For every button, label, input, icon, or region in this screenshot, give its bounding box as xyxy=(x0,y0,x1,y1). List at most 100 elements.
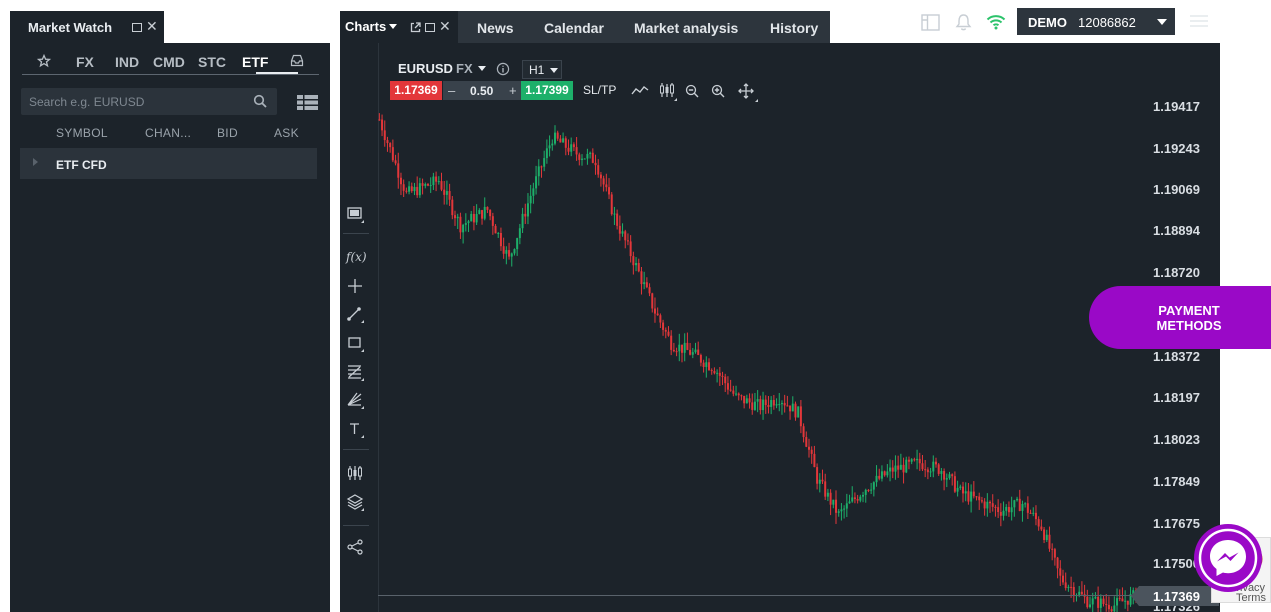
tab-calendar[interactable]: Calendar xyxy=(544,20,604,36)
candle xyxy=(956,480,959,497)
layout-icon[interactable] xyxy=(921,14,940,31)
candle xyxy=(1067,584,1070,592)
candle xyxy=(891,460,894,479)
column-header-bid[interactable]: BID xyxy=(217,126,238,140)
maximize-icon[interactable] xyxy=(425,22,435,34)
candle xyxy=(640,267,643,295)
candle xyxy=(729,379,732,392)
category-tab-ind[interactable]: IND xyxy=(115,54,139,70)
candle xyxy=(862,491,865,503)
candle xyxy=(448,183,451,206)
candlestick-chart[interactable] xyxy=(378,72,1140,612)
candle xyxy=(464,213,467,232)
chevron-down-icon[interactable] xyxy=(389,24,397,29)
candle xyxy=(1007,501,1010,517)
candle xyxy=(807,438,810,458)
symbol-search-input[interactable]: Search e.g. EURUSD xyxy=(21,88,277,115)
tab-market-analysis[interactable]: Market analysis xyxy=(634,20,738,36)
rectangle-icon[interactable] xyxy=(346,334,364,352)
candle xyxy=(835,490,838,524)
candle xyxy=(581,154,584,166)
candle xyxy=(1005,504,1008,516)
candle xyxy=(559,135,562,143)
candle xyxy=(481,209,484,225)
candle xyxy=(608,178,611,200)
candle xyxy=(791,396,794,412)
market-dropdown-icon[interactable] xyxy=(478,66,486,71)
candle xyxy=(740,394,743,401)
candle xyxy=(907,456,910,470)
chart-type-icon[interactable] xyxy=(346,464,364,482)
candle xyxy=(467,219,470,233)
hamburger-menu-icon[interactable] xyxy=(1189,14,1209,28)
bell-icon[interactable] xyxy=(955,13,972,31)
candle xyxy=(605,173,608,192)
payment-methods-button[interactable]: PAYMENT METHODS xyxy=(1089,286,1271,349)
gann-fan-icon[interactable] xyxy=(346,391,364,409)
category-tab-fx[interactable]: FX xyxy=(76,54,94,70)
price-axis-label: 1.19243 xyxy=(1153,141,1200,156)
candle xyxy=(416,176,419,198)
candle xyxy=(459,212,462,239)
popout-icon[interactable] xyxy=(410,22,421,33)
column-header-symbol[interactable]: SYMBOL xyxy=(56,126,108,140)
candle xyxy=(883,470,886,477)
inbox-icon[interactable] xyxy=(290,54,304,67)
candle xyxy=(613,206,616,226)
candle xyxy=(445,180,448,205)
chart-layout-icon[interactable] xyxy=(346,205,364,223)
account-selector[interactable]: DEMO 12086862 xyxy=(1017,8,1175,35)
favorites-star-icon[interactable] xyxy=(37,54,51,68)
indicators-icon[interactable]: f(x) xyxy=(346,250,367,268)
price-axis-label: 1.19417 xyxy=(1153,99,1200,114)
market-watch-tab[interactable]: Market Watch ✕ xyxy=(10,11,164,43)
candle xyxy=(816,463,819,490)
price-axis-label: 1.19069 xyxy=(1153,182,1200,197)
category-tab-stc[interactable]: STC xyxy=(198,54,226,70)
column-header-change[interactable]: CHAN... xyxy=(145,126,191,140)
messenger-chat-button[interactable] xyxy=(1194,524,1262,592)
candle xyxy=(1034,505,1037,526)
candle xyxy=(851,486,854,503)
candle xyxy=(537,159,540,186)
trend-line-icon[interactable] xyxy=(346,305,364,323)
candle xyxy=(483,197,486,221)
column-header-ask[interactable]: ASK xyxy=(274,126,299,140)
candle xyxy=(497,232,500,238)
candle xyxy=(1056,556,1059,579)
tab-history[interactable]: History xyxy=(770,20,818,36)
text-tool-icon[interactable] xyxy=(346,420,364,438)
fibonacci-icon[interactable] xyxy=(346,363,364,381)
candle xyxy=(443,181,446,205)
candle xyxy=(762,391,765,420)
close-icon[interactable]: ✕ xyxy=(146,19,158,33)
candle xyxy=(953,471,956,493)
market-watch-title: Market Watch xyxy=(28,20,113,35)
candle xyxy=(429,177,432,193)
crosshair-icon[interactable] xyxy=(346,277,364,295)
candle xyxy=(1097,586,1100,612)
expand-arrow-icon[interactable] xyxy=(33,158,38,166)
recaptcha-terms-link[interactable]: Terms xyxy=(1236,592,1266,604)
candle xyxy=(502,237,505,259)
candle xyxy=(775,398,778,409)
category-tab-cmd[interactable]: CMD xyxy=(153,54,185,70)
symbol-group-row[interactable]: ETF CFD xyxy=(20,148,317,179)
candle xyxy=(756,390,759,413)
candle xyxy=(543,150,546,172)
search-icon[interactable] xyxy=(253,94,267,108)
candle xyxy=(813,445,816,468)
candle xyxy=(856,494,859,504)
candle xyxy=(629,235,632,263)
category-tab-etf[interactable]: ETF xyxy=(242,54,268,70)
share-icon[interactable] xyxy=(346,538,364,556)
candle xyxy=(486,206,489,214)
tab-news[interactable]: News xyxy=(477,20,514,36)
grid-view-icon[interactable] xyxy=(297,95,318,110)
close-icon[interactable]: ✕ xyxy=(439,19,451,33)
candle xyxy=(1013,499,1016,517)
maximize-icon[interactable] xyxy=(132,22,142,34)
layers-icon[interactable] xyxy=(346,493,364,511)
charts-tab[interactable]: Charts ✕ xyxy=(340,11,458,43)
price-axis-label: 1.18894 xyxy=(1153,223,1200,238)
